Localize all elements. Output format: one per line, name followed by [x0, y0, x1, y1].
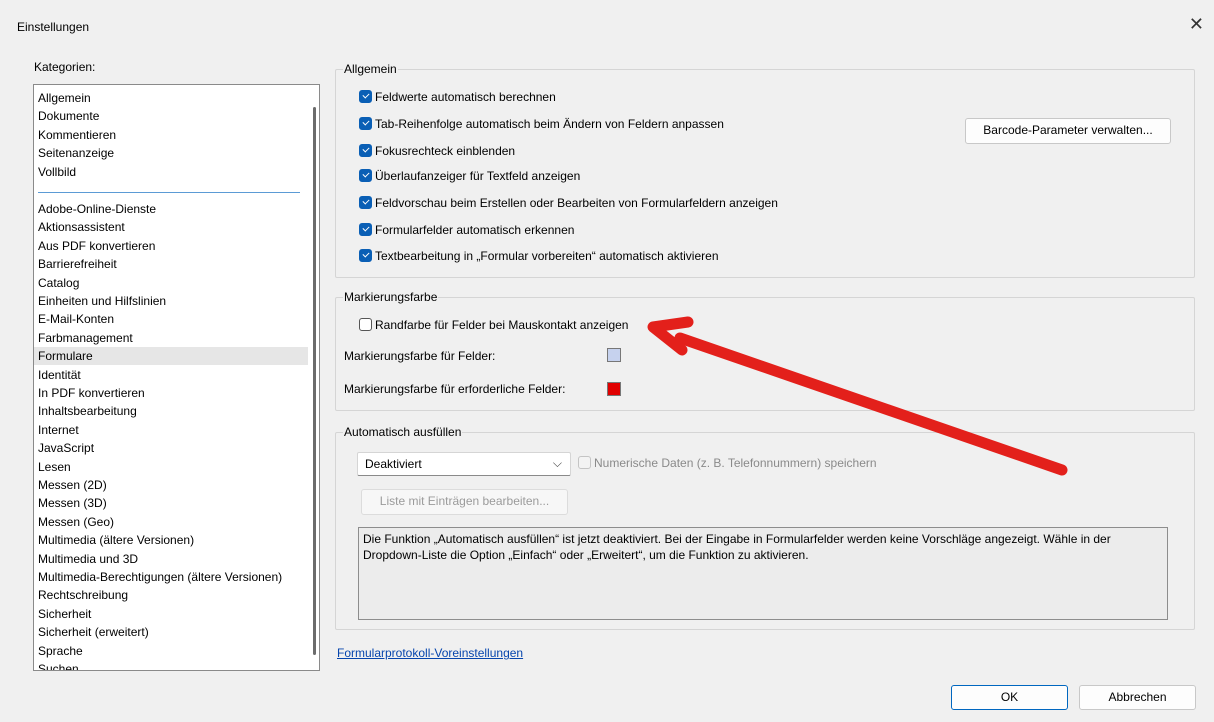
general-option-label: Tab-Reihenfolge automatisch beim Ändern … [375, 117, 724, 131]
general-option-row[interactable]: Überlaufanzeiger für Textfeld anzeigen [359, 167, 580, 185]
form-log-settings-link[interactable]: Formularprotokoll-Voreinstellungen [337, 646, 523, 660]
hover-border-label: Randfarbe für Felder bei Mauskontakt anz… [375, 318, 629, 332]
category-item[interactable]: Kommentieren [38, 126, 116, 144]
general-option-checkbox[interactable] [359, 249, 372, 262]
general-option-checkbox[interactable] [359, 90, 372, 103]
general-option-row[interactable]: Formularfelder automatisch erkennen [359, 221, 574, 239]
categories-scrollbar[interactable] [313, 107, 316, 655]
field-color-swatch[interactable] [607, 348, 621, 362]
field-color-label: Markierungsfarbe für Felder: [344, 349, 496, 363]
general-option-checkbox[interactable] [359, 144, 372, 157]
category-item[interactable]: JavaScript [38, 439, 94, 457]
category-item[interactable]: Catalog [38, 274, 79, 292]
autofill-info-box: Die Funktion „Automatisch ausfüllen“ ist… [358, 527, 1168, 620]
autofill-mode-value: Deaktiviert [365, 457, 422, 471]
general-option-checkbox[interactable] [359, 223, 372, 236]
ok-button[interactable]: OK [951, 685, 1068, 710]
category-item[interactable]: Messen (Geo) [38, 513, 114, 531]
categories-separator [38, 192, 300, 193]
general-option-row[interactable]: Fokusrechteck einblenden [359, 142, 515, 160]
general-option-row[interactable]: Feldvorschau beim Erstellen oder Bearbei… [359, 194, 778, 212]
barcode-parameters-button[interactable]: Barcode-Parameter verwalten... [965, 118, 1171, 144]
category-item[interactable]: In PDF konvertieren [38, 384, 145, 402]
category-item[interactable]: Messen (3D) [38, 494, 107, 512]
category-item[interactable]: Sicherheit (erweitert) [38, 623, 149, 641]
group-title-allgemein: Allgemein [343, 62, 398, 76]
category-item[interactable]: Adobe-Online-Dienste [38, 200, 156, 218]
autofill-mode-dropdown[interactable]: Deaktiviert ⌵ [357, 452, 571, 476]
general-option-row[interactable]: Textbearbeitung in „Formular vorbereiten… [359, 247, 719, 265]
general-option-checkbox[interactable] [359, 169, 372, 182]
general-option-checkbox[interactable] [359, 196, 372, 209]
group-title-autofill: Automatisch ausfüllen [343, 425, 463, 439]
category-item[interactable]: Internet [38, 421, 79, 439]
category-item[interactable]: Suchen [38, 660, 79, 670]
category-item[interactable]: Lesen [38, 458, 71, 476]
category-item[interactable]: Vollbild [38, 163, 76, 181]
numeric-data-checkbox-row[interactable]: Numerische Daten (z. B. Telefonnummern) … [578, 454, 877, 472]
category-item[interactable]: Barrierefreiheit [38, 255, 117, 273]
hover-border-checkbox-row[interactable]: Randfarbe für Felder bei Mauskontakt anz… [359, 316, 628, 334]
category-item[interactable]: Sprache [38, 642, 83, 660]
category-item[interactable]: E-Mail-Konten [38, 310, 114, 328]
hover-border-checkbox[interactable] [359, 318, 372, 331]
general-option-label: Fokusrechteck einblenden [375, 144, 516, 158]
category-item[interactable]: Messen (2D) [38, 476, 107, 494]
category-item[interactable]: Multimedia (ältere Versionen) [38, 531, 194, 549]
category-item[interactable]: Einheiten und Hilfslinien [38, 292, 166, 310]
categories-list[interactable]: Allgemein Dokumente Kommentieren Seitenanze… [33, 84, 320, 671]
category-item[interactable]: Seitenanzeige [38, 144, 114, 162]
category-item[interactable]: Dokumente [38, 107, 99, 125]
category-item[interactable]: Sicherheit [38, 605, 91, 623]
required-color-label: Markierungsfarbe für erforderliche Felde… [344, 382, 566, 396]
category-item[interactable]: Allgemein [38, 89, 91, 107]
category-item[interactable]: Rechtschreibung [38, 586, 128, 604]
cancel-button[interactable]: Abbrechen [1079, 685, 1196, 710]
category-item[interactable]: Multimedia und 3D [38, 550, 138, 568]
general-option-label: Feldvorschau beim Erstellen oder Bearbei… [375, 196, 778, 210]
category-item[interactable]: Formulare [34, 347, 308, 366]
general-option-label: Textbearbeitung in „Formular vorbereiten… [375, 249, 719, 263]
category-item[interactable]: Multimedia-Berechtigungen (ältere Versio… [38, 568, 282, 586]
general-option-label: Formularfelder automatisch erkennen [375, 223, 575, 237]
general-option-checkbox[interactable] [359, 117, 372, 130]
category-item[interactable]: Aus PDF konvertieren [38, 237, 155, 255]
categories-label: Kategorien: [34, 60, 96, 74]
window-title: Einstellungen [17, 20, 90, 34]
category-item[interactable]: Farbmanagement [38, 329, 133, 347]
title-bar: Einstellungen ✕ [0, 0, 1214, 50]
category-item[interactable]: Aktionsassistent [38, 218, 125, 236]
general-option-row[interactable]: Tab-Reihenfolge automatisch beim Ändern … [359, 115, 724, 133]
general-option-row[interactable]: Feldwerte automatisch berechnen [359, 88, 556, 106]
general-option-label: Feldwerte automatisch berechnen [375, 90, 556, 104]
category-item[interactable]: Inhaltsbearbeitung [38, 402, 137, 420]
general-option-label: Überlaufanzeiger für Textfeld anzeigen [375, 169, 581, 183]
numeric-data-checkbox[interactable] [578, 456, 591, 469]
group-title-markierungsfarbe: Markierungsfarbe [343, 290, 439, 304]
edit-entries-button[interactable]: Liste mit Einträgen bearbeiten... [361, 489, 568, 515]
required-color-swatch[interactable] [607, 382, 621, 396]
category-item[interactable]: Identität [38, 366, 81, 384]
chevron-down-icon: ⌵ [552, 456, 562, 470]
close-icon[interactable]: ✕ [1189, 14, 1204, 35]
numeric-data-label: Numerische Daten (z. B. Telefonnummern) … [594, 456, 877, 470]
